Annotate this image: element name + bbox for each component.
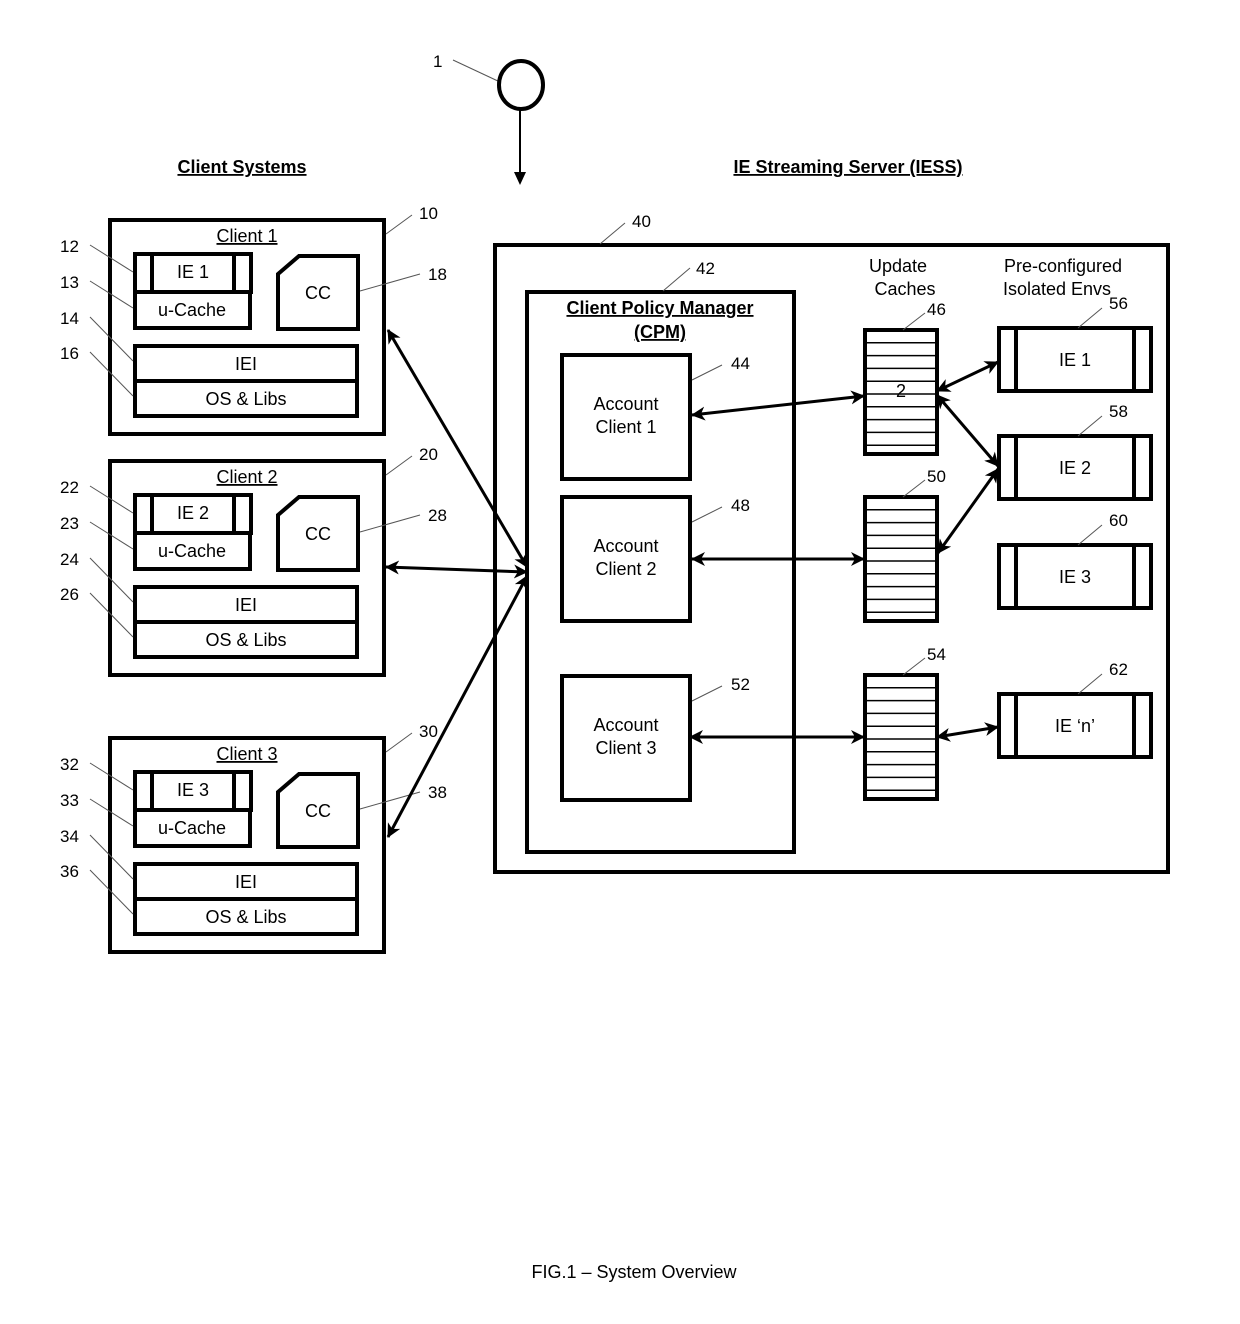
account-ref: 44 <box>731 354 750 373</box>
cache-box <box>863 673 939 801</box>
leader-line <box>385 455 413 476</box>
client-ref: 10 <box>419 204 438 223</box>
cc-ref: 38 <box>428 783 447 802</box>
component-ref: 34 <box>60 827 79 846</box>
component-ref: 26 <box>60 585 79 604</box>
component-ref: 32 <box>60 755 79 774</box>
cpm-subtitle: (CPM) <box>634 322 686 342</box>
cache-ref: 50 <box>927 467 946 486</box>
client-title: Client 3 <box>216 744 277 764</box>
isolated-envs-heading-2: Isolated Envs <box>1003 279 1111 299</box>
account-label-line2: Client 2 <box>595 559 656 579</box>
cc-label: CC <box>305 801 331 821</box>
account-label-line2: Client 1 <box>595 417 656 437</box>
account-ref: 52 <box>731 675 750 694</box>
env-label: IE 2 <box>1059 458 1091 478</box>
os-label: OS & Libs <box>205 630 286 650</box>
server-ref: 40 <box>632 212 651 231</box>
iei-label: IEI <box>235 595 257 615</box>
cache-ref: 54 <box>927 645 946 664</box>
account-label-line1: Account <box>593 394 658 414</box>
ucache-label: u-Cache <box>158 818 226 838</box>
client-systems-heading: Client Systems <box>177 157 306 177</box>
component-ref: 14 <box>60 309 79 328</box>
cc-label: CC <box>305 524 331 544</box>
cc-label: CC <box>305 283 331 303</box>
env-label: IE ‘n’ <box>1055 716 1095 736</box>
cache-label: 2 <box>896 381 906 401</box>
env-ref: 62 <box>1109 660 1128 679</box>
iei-label: IEI <box>235 354 257 374</box>
component-ref: 13 <box>60 273 79 292</box>
cc-ref: 18 <box>428 265 447 284</box>
account-label-line2: Client 3 <box>595 738 656 758</box>
account-ref: 48 <box>731 496 750 515</box>
system-overview-diagram: 1 Client Systems IE Streaming Server (IE… <box>60 52 1170 1282</box>
os-label: OS & Libs <box>205 907 286 927</box>
leader-line <box>385 732 413 753</box>
component-ref: 12 <box>60 237 79 256</box>
iess-server: 40 42 Client Policy Manager (CPM) Accoun… <box>493 212 1170 874</box>
account-label-line1: Account <box>593 715 658 735</box>
ie-label: IE 2 <box>177 503 209 523</box>
client-title: Client 1 <box>216 226 277 246</box>
server-heading: IE Streaming Server (IESS) <box>733 157 962 177</box>
cc-ref: 28 <box>428 506 447 525</box>
env-ref: 56 <box>1109 294 1128 313</box>
origin-circle <box>497 59 545 111</box>
cpm-ref: 42 <box>696 259 715 278</box>
leader-line <box>599 222 626 245</box>
iei-label: IEI <box>235 872 257 892</box>
component-ref: 22 <box>60 478 79 497</box>
client-system: Client 1 10 IE 1 u-Cache CC 18 IEI OS & Libs 12 1… <box>60 204 447 436</box>
origin-node: 1 <box>433 52 545 185</box>
leader-line <box>385 214 413 235</box>
env-label: IE 3 <box>1059 567 1091 587</box>
env-label: IE 1 <box>1059 350 1091 370</box>
os-label: OS & Libs <box>205 389 286 409</box>
env-ref: 60 <box>1109 511 1128 530</box>
client-ref: 30 <box>419 722 438 741</box>
ie-label: IE 1 <box>177 262 209 282</box>
ucache-label: u-Cache <box>158 300 226 320</box>
ie-label: IE 3 <box>177 780 209 800</box>
env-ref: 58 <box>1109 402 1128 421</box>
component-ref: 16 <box>60 344 79 363</box>
cache-box <box>863 495 939 623</box>
figure-caption: FIG.1 – System Overview <box>531 1262 737 1282</box>
update-caches-heading: Update <box>869 256 927 276</box>
isolated-envs-heading: Pre-configured <box>1004 256 1122 276</box>
cpm-title: Client Policy Manager <box>566 298 753 318</box>
component-ref: 33 <box>60 791 79 810</box>
component-ref: 24 <box>60 550 79 569</box>
client-ref: 20 <box>419 445 438 464</box>
origin-arrow-head <box>514 172 526 185</box>
client-title: Client 2 <box>216 467 277 487</box>
update-caches-heading-2: Caches <box>874 279 935 299</box>
cache-ref: 46 <box>927 300 946 319</box>
component-ref: 23 <box>60 514 79 533</box>
ucache-label: u-Cache <box>158 541 226 561</box>
client-system: Client 2 20 IE 2 u-Cache CC 28 IEI OS & Libs 22 2… <box>60 445 447 677</box>
component-ref: 36 <box>60 862 79 881</box>
origin-ref: 1 <box>433 52 442 71</box>
leader-line <box>452 59 501 83</box>
account-label-line1: Account <box>593 536 658 556</box>
